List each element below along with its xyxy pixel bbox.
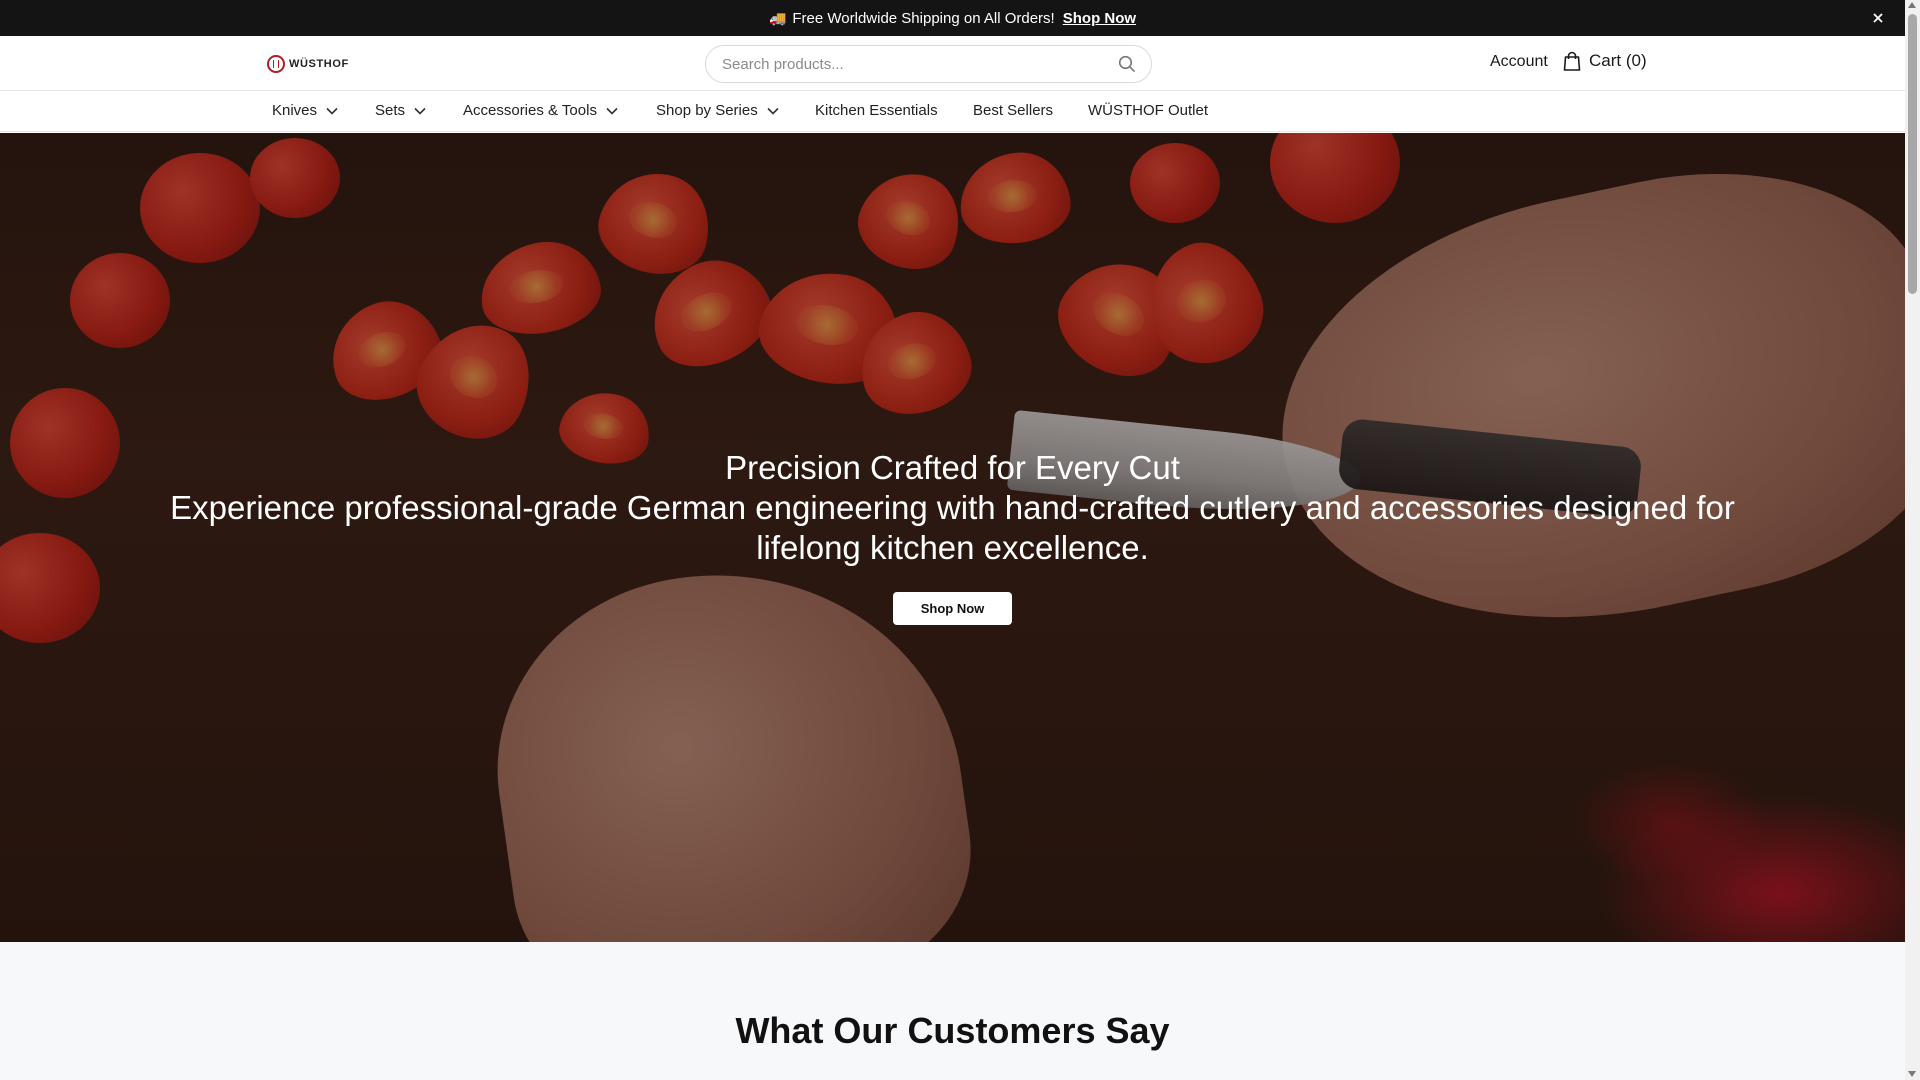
cart-label: Cart (0): [1589, 51, 1647, 70]
nav-item-knives[interactable]: Knives: [272, 102, 338, 119]
nav-item-label: Sets: [375, 102, 406, 119]
nav-item-shop-by-series[interactable]: Shop by Series: [656, 102, 779, 119]
shopping-bag-icon: [1563, 51, 1581, 71]
hero-banner: Precision Crafted for Every Cut Experien…: [0, 133, 1905, 942]
chevron-down-icon: [414, 107, 426, 115]
nav-item-kitchen-essentials[interactable]: Kitchen Essentials: [815, 102, 938, 119]
testimonials-heading: What Our Customers Say: [735, 1010, 1170, 1051]
nav-item-label: Knives: [272, 102, 318, 119]
announcement-shop-now-link[interactable]: Shop Now: [1063, 10, 1136, 27]
nav-item-accessories-tools[interactable]: Accessories & Tools: [463, 102, 618, 119]
chevron-down-icon: [606, 107, 618, 115]
page-scrollbar[interactable]: [1905, 0, 1920, 1080]
nav-item-label: Shop by Series: [656, 102, 758, 119]
site-header: WÜSTHOF Account Cart (0): [0, 36, 1905, 91]
nav-item-best-sellers[interactable]: Best Sellers: [973, 102, 1053, 119]
main-nav: Knives Sets Accessories & Tools Shop by …: [0, 92, 1905, 132]
chevron-down-icon: [767, 107, 779, 115]
logo[interactable]: WÜSTHOF: [267, 54, 349, 74]
nav-item-label: Accessories & Tools: [463, 102, 597, 119]
scrollbar-thumb[interactable]: [1908, 14, 1917, 294]
search-input[interactable]: [722, 55, 1117, 73]
nav-item-label: WÜSTHOF Outlet: [1088, 102, 1209, 119]
search-icon[interactable]: [1117, 54, 1137, 74]
announcement-bar: 🚚 Free Worldwide Shipping on All Orders!…: [0, 0, 1905, 36]
scroll-up-icon[interactable]: [1908, 2, 1916, 8]
hero-title: Precision Crafted for Every Cut: [725, 449, 1180, 486]
nav-item-label: Best Sellers: [973, 102, 1054, 119]
nav-item-sets[interactable]: Sets: [375, 102, 426, 119]
testimonials-section: What Our Customers Say: [0, 942, 1905, 1080]
search-bar: [705, 45, 1152, 83]
chevron-down-icon: [326, 107, 338, 115]
brand-emblem-icon: [267, 55, 285, 73]
hero-content: Precision Crafted for Every Cut Experien…: [0, 448, 1905, 625]
announcement-text: Free Worldwide Shipping on All Orders!: [792, 9, 1055, 27]
logo-wordmark: WÜSTHOF: [289, 58, 349, 70]
nav-item-outlet[interactable]: WÜSTHOF Outlet: [1088, 102, 1208, 119]
account-link[interactable]: Account: [1490, 53, 1548, 71]
cart-button[interactable]: Cart (0): [1563, 51, 1647, 71]
truck-icon: 🚚: [768, 9, 787, 26]
nav-item-label: Kitchen Essentials: [815, 102, 938, 119]
hero-shop-now-button[interactable]: Shop Now: [892, 592, 1013, 625]
close-icon[interactable]: [1869, 9, 1887, 27]
hero-subtitle: Experience professional-grade German eng…: [170, 489, 1735, 566]
scroll-down-icon[interactable]: [1908, 1071, 1916, 1077]
